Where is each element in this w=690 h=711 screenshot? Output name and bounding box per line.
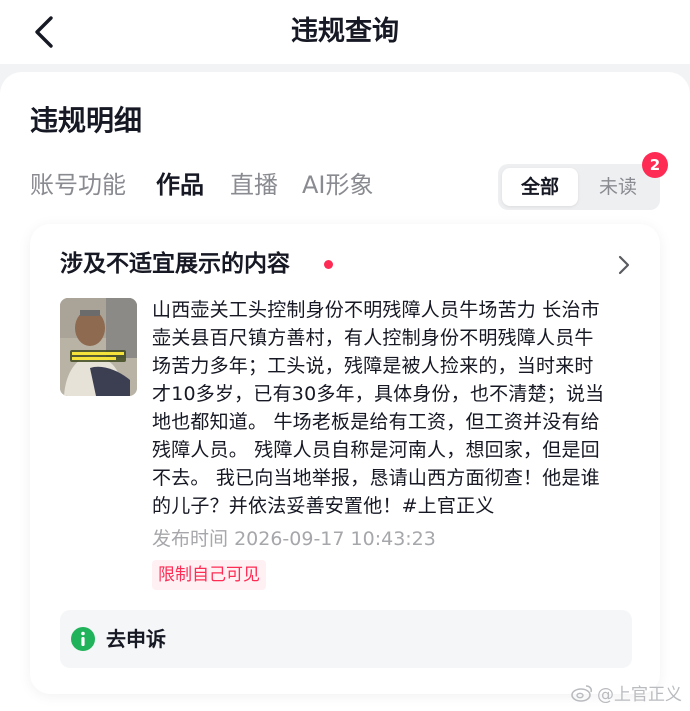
video-thumbnail[interactable] (60, 298, 137, 396)
tab-account-function[interactable]: 账号功能 (30, 166, 126, 204)
weibo-logo-icon (571, 684, 593, 702)
restriction-status-tag: 限制自己可见 (152, 560, 266, 590)
watermark-text: @上官正义 (597, 685, 682, 705)
tab-works[interactable]: 作品 (156, 166, 204, 204)
description-line: 才10多岁，已有30多年，具体身份，也不清楚；说当 (152, 383, 605, 405)
publish-time-value: 2026-09-17 10:43:23 (234, 528, 436, 550)
top-navigation-bar: 违规查询 (0, 0, 690, 64)
filter-all-button[interactable]: 全部 (502, 168, 578, 206)
description-line: 地也都知道。 牛场老板是给有工资，但工资并没有给 (152, 411, 600, 433)
appeal-button[interactable]: 去申诉 (60, 610, 632, 668)
publish-time: 发布时间 2026-09-17 10:43:23 (152, 524, 436, 554)
chevron-right-icon[interactable] (614, 252, 634, 278)
watermark: @上官正义 (571, 680, 682, 705)
section-title: 违规明细 (30, 104, 143, 137)
read-filter-segmented-control: 全部 未读 (498, 164, 660, 210)
publish-time-label: 发布时间 (152, 528, 229, 550)
thumbnail-image (60, 298, 137, 396)
unread-count-badge: 2 (642, 152, 668, 178)
description-line: 不去。 我已向当地举报，恳请山西方面彻查！他是谁 (152, 467, 600, 489)
description-line: 壶关县百尺镇方善村，有人控制身份不明残障人员牛 (152, 327, 594, 349)
description-line: 山西壶关工头控制身份不明残障人员牛场苦力 长治市 (152, 299, 600, 321)
description-line: 的儿子？并依法妥善安置他！#上官正义 (152, 495, 495, 517)
page-title: 违规查询 (291, 16, 399, 47)
info-icon (71, 627, 95, 651)
violation-reason-title[interactable]: 涉及不适宜展示的内容 (60, 246, 290, 282)
post-description: 山西壶关工头控制身份不明残障人员牛场苦力 长治市 壶关县百尺镇方善村，有人控制身… (152, 296, 638, 520)
tab-live[interactable]: 直播 (230, 166, 278, 204)
tab-ai-avatar[interactable]: AI形象 (302, 166, 374, 204)
violation-card: 涉及不适宜展示的内容 山西壶关工头控制身份不明残障人员牛场苦力 长治市 壶关县百… (30, 224, 660, 694)
description-line: 场苦力多年；工头说，残障是被人捡来的，当时来时 (152, 355, 594, 377)
appeal-label: 去申诉 (106, 627, 166, 651)
unread-dot (324, 260, 333, 269)
description-line: 残障人员。 残障人员自称是河南人，想回家，但是回 (152, 439, 600, 461)
